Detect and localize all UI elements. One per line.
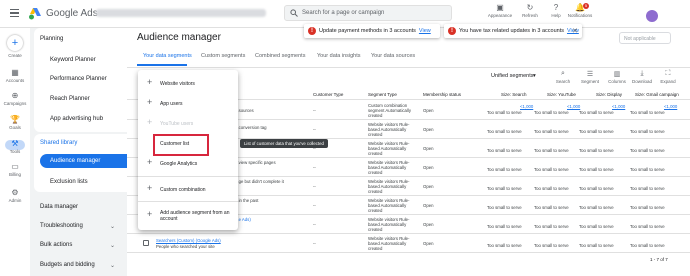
appearance-button[interactable]: ▣ Appearance: [484, 3, 516, 18]
nav-app-advertising-hub[interactable]: App advertising hub: [50, 116, 103, 122]
customer-list-tooltip: List of customer data that you've collec…: [240, 139, 328, 148]
nav-planning[interactable]: Planning: [40, 36, 63, 42]
chevron-down-icon: ▾: [533, 73, 536, 79]
brand-name: Google Ads: [46, 8, 98, 19]
chevron-down-icon: ⌄: [110, 224, 116, 230]
col-size-search[interactable]: Size: Search: [501, 92, 527, 97]
col-customer-type[interactable]: Customer Type: [313, 92, 343, 97]
menu-item-custom-combination[interactable]: + Custom combination: [138, 179, 238, 199]
nav-reach-planner[interactable]: Reach Planner: [50, 96, 90, 102]
download-icon: ⤓: [640, 70, 644, 77]
plus-icon: +: [147, 209, 153, 219]
google-ads-logo: [29, 8, 41, 20]
col-membership-status[interactable]: Membership status: [423, 92, 461, 97]
plus-icon: +: [147, 77, 153, 87]
tab-your-data-insights[interactable]: Your data insights: [317, 53, 361, 59]
appearance-icon: ▣: [496, 3, 504, 12]
columns-icon: ▥: [613, 71, 621, 78]
segment-name-link[interactable]: Searchers (Custom) (Google Ads): [156, 238, 221, 243]
plus-icon: +: [147, 97, 153, 107]
search-input[interactable]: Search for a page or campaign: [284, 5, 452, 21]
nav-performance-planner[interactable]: Performance Planner: [50, 76, 107, 82]
tabs-divider: [127, 67, 690, 68]
goals-icon: 🏆: [10, 115, 20, 124]
nav-troubleshooting[interactable]: Troubleshooting: [40, 223, 83, 229]
segment-button[interactable]: ☰ Segment: [577, 70, 603, 84]
tax-notice: ! You have tax related updates in 3 acco…: [444, 24, 582, 38]
pagination-label: 1 - 7 of 7: [650, 257, 668, 262]
accounts-icon: ▦: [11, 68, 19, 77]
tab-your-data-sources[interactable]: Your data sources: [371, 53, 415, 59]
nav-data-manager[interactable]: Data manager: [40, 204, 78, 210]
billing-icon: ▭: [11, 162, 19, 171]
tab-combined-segments[interactable]: Combined segments: [255, 53, 305, 59]
chevron-down-icon: ⌄: [110, 243, 116, 249]
nav-bulk-actions[interactable]: Bulk actions: [40, 242, 72, 248]
left-rail: + Create ▦ Accounts ⊕ Campaigns 🏆 Goals ⚒ To…: [0, 28, 30, 276]
tools-icon: ⚒: [11, 139, 19, 148]
row-checkbox[interactable]: [143, 240, 149, 246]
rail-tools[interactable]: ⚒ Tools: [0, 139, 30, 154]
plus-icon: +: [147, 183, 153, 193]
search-icon: [290, 9, 298, 17]
menu-item-google-analytics[interactable]: + Google Analytics: [138, 153, 238, 173]
col-size-display[interactable]: Size: Display: [596, 92, 622, 97]
account-name-redacted: [96, 9, 266, 17]
date-range-select[interactable]: Not applicable: [619, 32, 671, 44]
columns-button[interactable]: ▥ Columns: [604, 70, 630, 84]
chevron-down-icon: ⌄: [110, 263, 116, 269]
avatar[interactable]: [646, 10, 658, 22]
tab-custom-segments[interactable]: Custom segments: [201, 53, 245, 59]
close-icon[interactable]: ✕: [572, 27, 578, 35]
rail-goals[interactable]: 🏆 Goals: [0, 115, 30, 130]
rail-campaigns[interactable]: ⊕ Campaigns: [0, 91, 30, 106]
nav-audience-manager[interactable]: Audience manager: [50, 158, 100, 164]
nav-budgets-bidding[interactable]: Budgets and bidding: [40, 262, 95, 268]
col-size-gmail[interactable]: Size: Gmail campaign: [635, 92, 679, 97]
table-row[interactable]: Searchers (Custom) (Google Ads) People w…: [127, 235, 690, 253]
error-icon: !: [308, 27, 316, 35]
rail-admin[interactable]: ⚙ Admin: [0, 188, 30, 203]
payment-view-link[interactable]: View: [419, 28, 431, 34]
notification-badge: 5: [583, 3, 589, 9]
nav-exclusion-lists[interactable]: Exclusion lists: [50, 179, 88, 185]
rail-billing[interactable]: ▭ Billing: [0, 162, 30, 177]
campaigns-icon: ⊕: [11, 91, 19, 100]
nav-panel: Planning ⌃ Keyword Planner Performance P…: [30, 28, 154, 276]
bell-icon: 🔔: [575, 3, 585, 12]
menu-divider: [138, 201, 238, 202]
tab-your-data-segments[interactable]: Your data segments: [143, 53, 192, 59]
menu-item-youtube-users: + YouTube users: [147, 117, 194, 127]
expand-button[interactable]: ⛶ Expand: [655, 70, 681, 84]
menu-item-add-from-account[interactable]: + Add audience segment from an account: [138, 205, 238, 225]
expand-icon: ⛶: [665, 70, 671, 77]
tab-underline: [137, 64, 187, 66]
col-segment-type[interactable]: Segment Type: [368, 92, 397, 97]
error-icon: !: [448, 27, 456, 35]
admin-icon: ⚙: [11, 188, 19, 197]
page-title: Audience manager: [137, 32, 221, 43]
payment-notice: ! Update payment methods in 3 accounts Vi…: [304, 24, 440, 38]
download-button[interactable]: ⤓ Download: [629, 70, 655, 84]
highlight-annotation: [153, 134, 209, 156]
menu-divider: [138, 176, 238, 177]
search-icon: ⌕: [561, 70, 565, 77]
plus-icon: +: [7, 35, 23, 51]
rail-accounts[interactable]: ▦ Accounts: [0, 68, 30, 83]
segment-icon: ☰: [586, 71, 594, 78]
search-button[interactable]: ⌕ Search: [550, 70, 576, 84]
unified-segments-select[interactable]: Unified segments: [491, 73, 534, 79]
nav-keyword-planner[interactable]: Keyword Planner: [50, 57, 96, 63]
menu-item-website-visitors[interactable]: + Website visitors: [138, 73, 238, 93]
plus-icon: +: [147, 117, 153, 127]
menu-icon[interactable]: [10, 9, 19, 18]
notifications-button[interactable]: 🔔 Notifications 5: [564, 3, 596, 18]
menu-item-app-users[interactable]: + App users: [138, 93, 238, 113]
col-size-youtube[interactable]: Size: YouTube: [547, 92, 576, 97]
search-placeholder: Search for a page or campaign: [302, 10, 385, 16]
nav-shared-library[interactable]: Shared library: [40, 140, 77, 146]
plus-icon: +: [147, 157, 153, 167]
